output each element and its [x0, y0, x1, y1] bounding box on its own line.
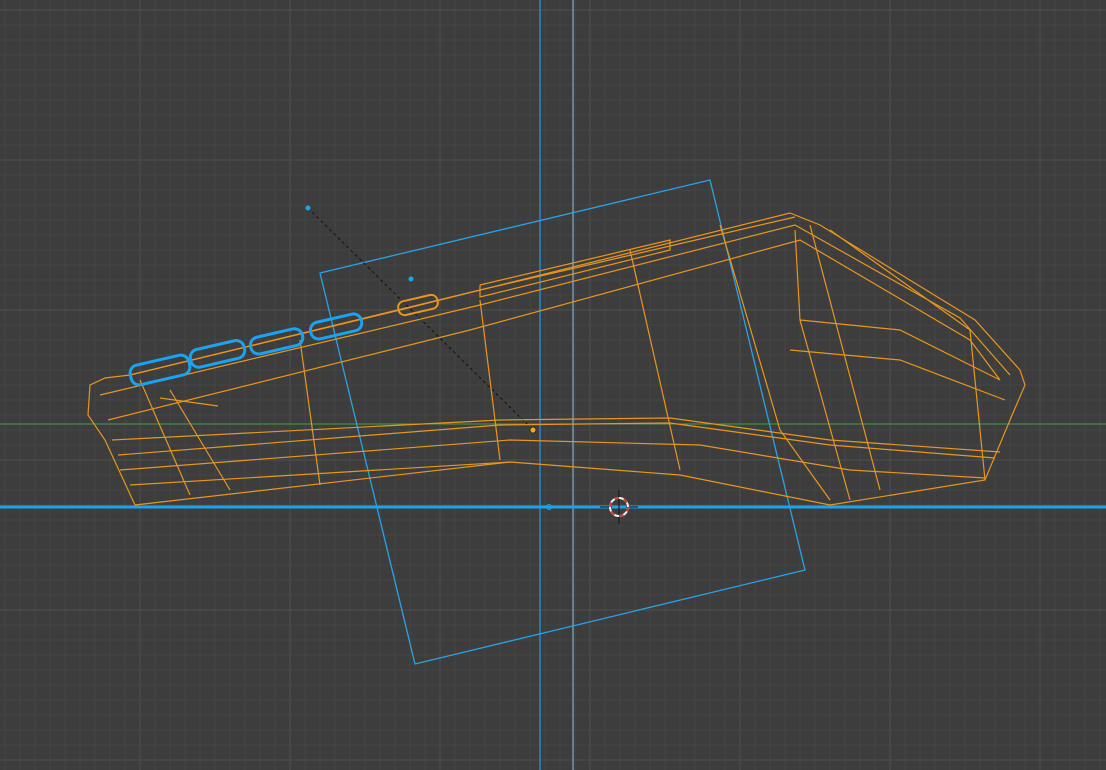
selected-buttons[interactable] [128, 312, 364, 387]
3d-cursor-icon[interactable] [600, 490, 638, 524]
viewport-grid [0, 0, 1106, 770]
3d-viewport[interactable] [0, 0, 1106, 770]
object-origin[interactable] [529, 426, 537, 434]
viewport-canvas[interactable] [0, 0, 1106, 770]
device-wireframe[interactable] [87, 212, 1026, 506]
guide-handle[interactable] [408, 276, 414, 282]
selected-button[interactable] [248, 327, 305, 356]
selected-button[interactable] [308, 312, 364, 341]
camera-frame[interactable] [319, 179, 806, 665]
guide-handle[interactable] [305, 205, 311, 211]
